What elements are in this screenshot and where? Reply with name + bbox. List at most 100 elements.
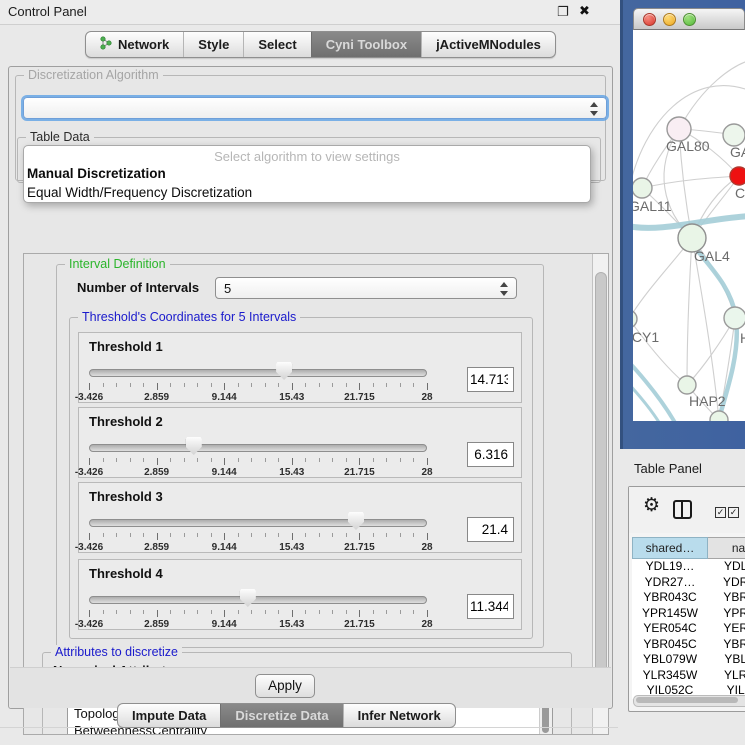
- slider-track[interactable]: [89, 444, 427, 452]
- slider-ticks: [89, 533, 427, 541]
- threshold-1-panel: Threshold 1 -3.4262.8599.14415.4321.7152…: [78, 332, 522, 403]
- tab-select[interactable]: Select: [243, 32, 310, 57]
- network-node[interactable]: [723, 124, 745, 146]
- tab-network[interactable]: Network: [86, 32, 183, 57]
- network-node[interactable]: [678, 376, 696, 394]
- checkbox-icon[interactable]: ✓: [715, 507, 726, 518]
- network-node[interactable]: [730, 167, 745, 185]
- threshold-3-slider[interactable]: -3.4262.8599.14415.4321.71528: [89, 507, 427, 553]
- threshold-4-slider[interactable]: -3.4262.8599.14415.4321.71528: [89, 584, 427, 630]
- slider-ticks: [89, 458, 427, 466]
- apply-bar: Apply: [10, 667, 611, 708]
- table-cell[interactable]: YPR1: [708, 606, 745, 622]
- dropdown-option-manual[interactable]: Manual Discretization: [24, 164, 590, 183]
- table-row[interactable]: YER054CYER0: [632, 621, 745, 637]
- column-header-name[interactable]: na: [708, 537, 745, 559]
- tab-label: Cyni Toolbox: [326, 37, 407, 52]
- table-toolbar: ⚙ ✓ ✓: [629, 487, 745, 533]
- node-table-body: YDL19…YDL1YDR27…YDR2YBR043CYBR0YPR145WYP…: [632, 559, 745, 699]
- table-cell[interactable]: YDR2: [708, 575, 745, 591]
- apply-button[interactable]: Apply: [255, 674, 315, 698]
- table-row[interactable]: YDL19…YDL1: [632, 559, 745, 575]
- algorithm-select[interactable]: [23, 97, 607, 119]
- table-h-scrollbar[interactable]: [633, 695, 745, 707]
- table-cell[interactable]: YBR043C: [632, 590, 708, 606]
- network-node[interactable]: [633, 178, 652, 198]
- slider-handle[interactable]: [276, 362, 292, 380]
- slider-track[interactable]: [89, 369, 427, 377]
- network-node[interactable]: [633, 310, 637, 328]
- table-row[interactable]: YDR27…YDR2: [632, 575, 745, 591]
- slider-track[interactable]: [89, 519, 427, 527]
- tab-label: Network: [118, 37, 169, 52]
- slider-handle[interactable]: [186, 437, 202, 455]
- close-icon[interactable]: ✖: [579, 3, 590, 19]
- table-row[interactable]: YLR345WYLR3: [632, 668, 745, 684]
- threshold-label: Threshold 3: [89, 489, 513, 504]
- table-cell[interactable]: YBR0: [708, 590, 745, 606]
- table-row[interactable]: YBL079WYBL0: [632, 652, 745, 668]
- column-header-shared-name[interactable]: shared…: [632, 537, 708, 559]
- slider-track[interactable]: [89, 596, 427, 604]
- table-cell[interactable]: YLR3: [708, 668, 745, 684]
- settings-scrollbar[interactable]: [592, 254, 608, 734]
- node-label: GAL4: [694, 248, 730, 264]
- table-cell[interactable]: YDR27…: [632, 575, 708, 591]
- threshold-1-value-field[interactable]: [467, 367, 514, 392]
- settings-scrollpane: Interval Definition Number of Intervals …: [23, 253, 609, 735]
- table-cell[interactable]: YDL1: [708, 559, 745, 575]
- table-cell[interactable]: YBR0: [708, 637, 745, 653]
- tab-impute-data[interactable]: Impute Data: [118, 704, 220, 727]
- tab-style[interactable]: Style: [183, 32, 243, 57]
- table-row[interactable]: YBR045CYBR0: [632, 637, 745, 653]
- table-cell[interactable]: YER054C: [632, 621, 708, 637]
- threshold-4-value-field[interactable]: [467, 594, 514, 619]
- table-cell[interactable]: YDL19…: [632, 559, 708, 575]
- network-node[interactable]: [724, 307, 745, 329]
- threshold-2-slider[interactable]: -3.4262.8599.14415.4321.71528: [89, 432, 427, 478]
- threshold-1-slider[interactable]: -3.4262.8599.14415.4321.71528: [89, 357, 427, 403]
- node-label: GAL11: [633, 198, 672, 214]
- threshold-2-panel: Threshold 2 -3.4262.8599.14415.4321.7152…: [78, 407, 522, 478]
- group-title: Discretization Algorithm: [24, 68, 163, 82]
- tab-infer-network[interactable]: Infer Network: [343, 704, 455, 727]
- slider-scale-labels: -3.4262.8599.14415.4321.71528: [89, 392, 427, 404]
- scrollbar-thumb[interactable]: [595, 272, 607, 698]
- threshold-2-value-field[interactable]: [467, 442, 514, 467]
- network-window-titlebar[interactable]: [633, 8, 745, 30]
- table-cell[interactable]: YLR345W: [632, 668, 708, 684]
- network-node[interactable]: [710, 411, 728, 421]
- node-label: C: [735, 185, 745, 201]
- table-cell[interactable]: YER0: [708, 621, 745, 637]
- slider-handle[interactable]: [348, 512, 364, 530]
- tab-discretize-data[interactable]: Discretize Data: [220, 704, 342, 727]
- slider-handle[interactable]: [240, 589, 256, 607]
- table-row[interactable]: YBR043CYBR0: [632, 590, 745, 606]
- table-row[interactable]: YPR145WYPR1: [632, 606, 745, 622]
- table-cell[interactable]: YPR145W: [632, 606, 708, 622]
- number-of-intervals-select[interactable]: 5: [215, 277, 517, 299]
- app-window: Control Panel ❐ ✖ Network Style Select C…: [0, 0, 745, 745]
- zoom-light-icon[interactable]: [683, 13, 696, 26]
- threshold-3-value-field[interactable]: [467, 517, 514, 542]
- checkbox-icon[interactable]: ✓: [728, 507, 739, 518]
- slider-ticks: [89, 383, 427, 391]
- node-label: GA: [730, 144, 745, 160]
- gear-icon[interactable]: ⚙: [643, 496, 660, 516]
- dropdown-option-equal-width[interactable]: Equal Width/Frequency Discretization: [24, 183, 590, 202]
- close-light-icon[interactable]: [643, 13, 656, 26]
- tab-label: Style: [198, 37, 229, 52]
- network-canvas[interactable]: GAL80GACGAL11GAL4GCY1HHAP2: [633, 30, 745, 421]
- tab-jactivemnodules[interactable]: jActiveMNodules: [421, 32, 555, 57]
- float-icon[interactable]: ❐: [557, 4, 569, 20]
- table-cell[interactable]: YBL0: [708, 652, 745, 668]
- control-panel-tabs: Network Style Select Cyni Toolbox jActiv…: [85, 31, 556, 58]
- table-cell[interactable]: YBR045C: [632, 637, 708, 653]
- minimize-light-icon[interactable]: [663, 13, 676, 26]
- columns-icon[interactable]: [673, 500, 692, 519]
- scrollbar-thumb[interactable]: [636, 697, 738, 703]
- cyni-toolbox-panel: Discretization Algorithm Table Data galF…: [8, 66, 613, 709]
- tab-label: Discretize Data: [235, 708, 328, 723]
- table-cell[interactable]: YBL079W: [632, 652, 708, 668]
- tab-cyni-toolbox[interactable]: Cyni Toolbox: [311, 32, 421, 57]
